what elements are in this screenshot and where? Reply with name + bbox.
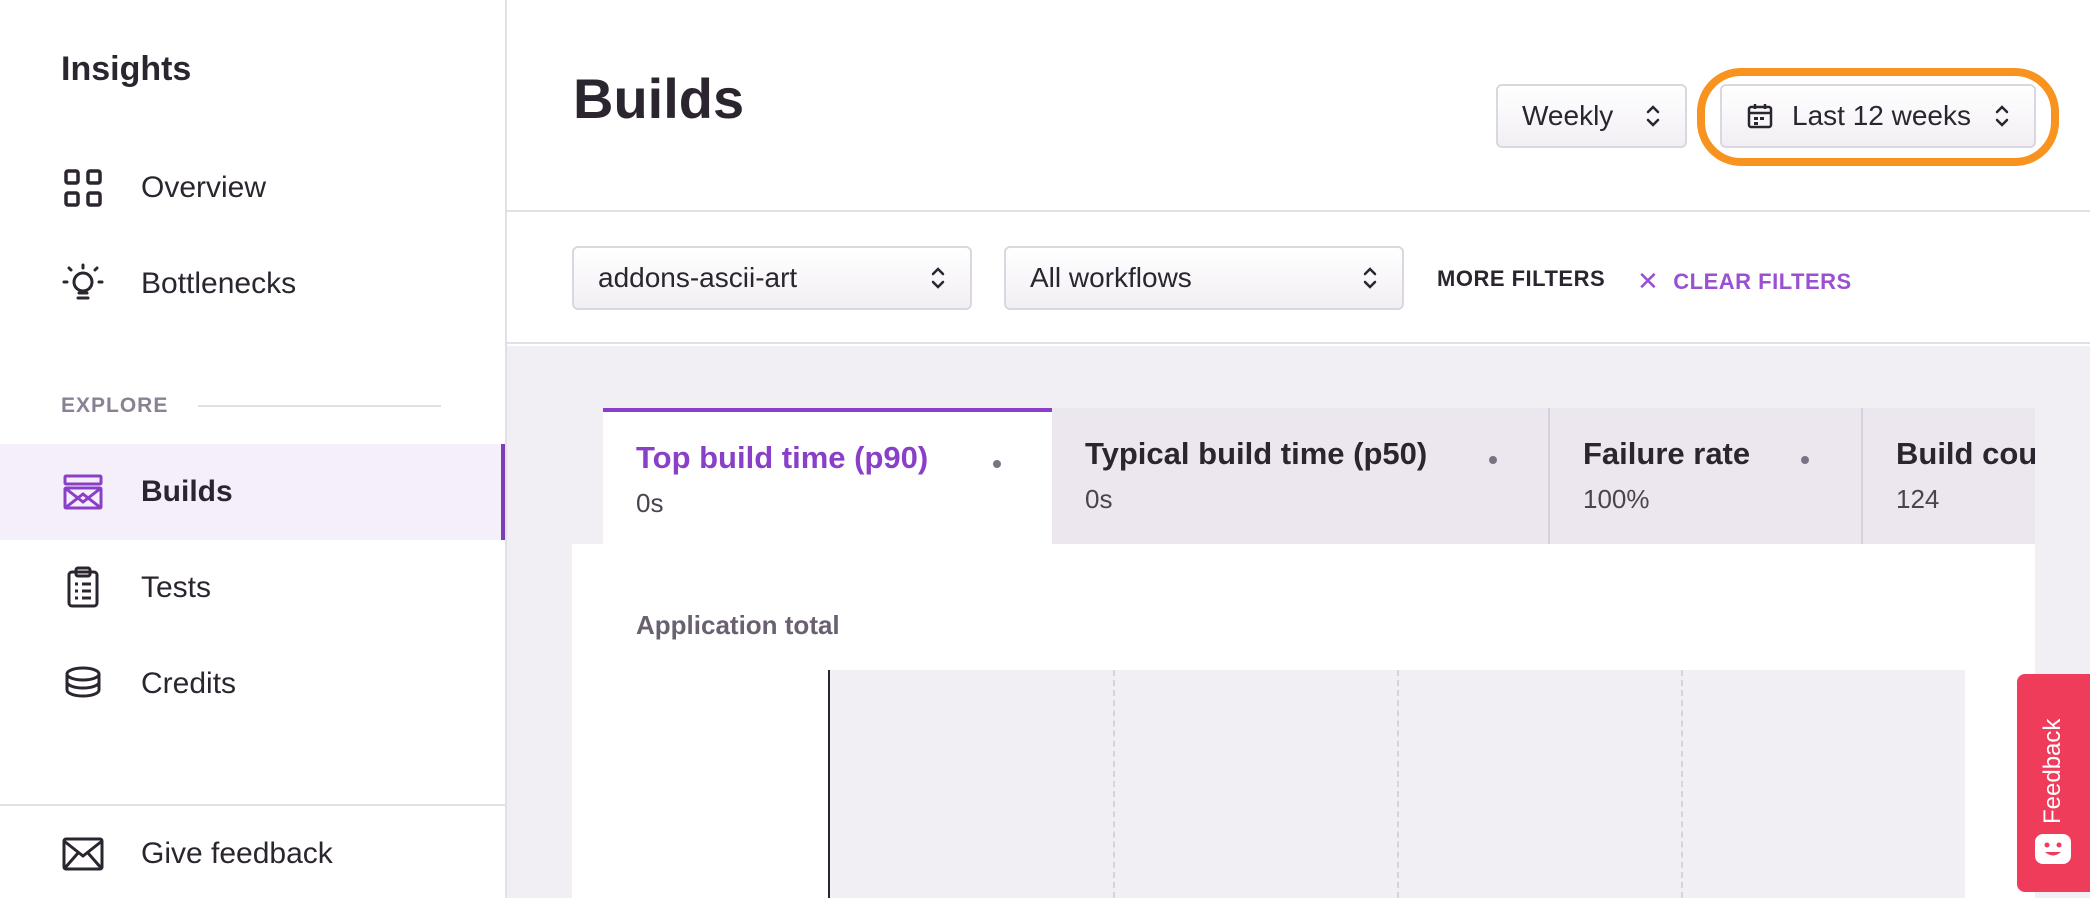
page-title: Builds: [573, 67, 745, 130]
chevron-updown-icon: [930, 264, 946, 292]
sidebar: Insights Overview Bottlenecks EXPLORE Bu…: [0, 0, 507, 898]
sidebar-item-label: Builds: [141, 475, 233, 508]
info-dot-icon[interactable]: [993, 460, 1001, 468]
metric-tabs: Top build time (p90) 0s Typical build ti…: [603, 408, 2035, 544]
chevron-updown-icon: [1362, 264, 1378, 292]
tab-value: 124: [1896, 484, 1940, 514]
date-range-select[interactable]: Last 12 weeks: [1720, 84, 2036, 148]
chevron-updown-icon: [1994, 102, 2010, 130]
sidebar-item-label: Bottlenecks: [141, 267, 297, 300]
page-header: Builds Weekly Last 12 weeks: [507, 0, 2090, 212]
gridline: [1113, 670, 1115, 898]
main-content: Builds Weekly Last 12 weeks addons-ascii…: [507, 0, 2090, 898]
app-select[interactable]: addons-ascii-art: [572, 246, 972, 310]
tab-title: Typical build time (p50): [1085, 436, 1428, 471]
grid-icon: [61, 166, 105, 210]
sidebar-item-label: Credits: [141, 667, 237, 700]
feedback-tab-button[interactable]: Feedback: [2017, 674, 2090, 892]
sidebar-item-bottlenecks[interactable]: Bottlenecks: [0, 236, 505, 332]
app-select-value: addons-ascii-art: [598, 262, 798, 293]
sidebar-item-overview[interactable]: Overview: [0, 140, 505, 236]
feedback-tab-label: Feedback: [2039, 718, 2066, 824]
more-filters-button[interactable]: MORE FILTERS: [1437, 266, 1605, 292]
workflow-select-value: All workflows: [1030, 262, 1192, 293]
divider: [198, 405, 441, 407]
date-range-value: Last 12 weeks: [1792, 100, 1971, 131]
filter-bar: addons-ascii-art All workflows MORE FILT…: [507, 212, 2090, 344]
clear-filters-label: CLEAR FILTERS: [1673, 268, 1852, 294]
coins-icon: [61, 662, 105, 706]
interval-select[interactable]: Weekly: [1496, 84, 1687, 148]
calendar-icon: [1746, 102, 1774, 130]
info-dot-icon[interactable]: [1489, 456, 1497, 464]
tab-title: Failure rate: [1583, 436, 1751, 471]
sidebar-item-label: Give feedback: [141, 837, 333, 870]
explore-section-header: EXPLORE: [61, 394, 441, 418]
close-icon: ✕: [1637, 266, 1660, 296]
tab-value: 0s: [636, 488, 664, 518]
chart-title: Application total: [636, 610, 840, 640]
chevron-updown-icon: [1645, 102, 1661, 130]
chart-plot-area: [828, 670, 1965, 898]
builds-icon: [61, 470, 105, 514]
clear-filters-button[interactable]: ✕ CLEAR FILTERS: [1637, 266, 1852, 297]
tab-typical-build-time[interactable]: Typical build time (p50) 0s: [1052, 408, 1550, 544]
tab-value: 0s: [1085, 484, 1113, 514]
sidebar-item-give-feedback[interactable]: Give feedback: [0, 806, 505, 898]
envelope-icon: [61, 832, 105, 876]
sidebar-item-label: Tests: [141, 571, 212, 604]
tab-title: Build count: [1896, 436, 2035, 471]
tab-build-count[interactable]: Build count 124: [1863, 408, 2035, 544]
chart-card: Application total: [572, 544, 2035, 898]
tab-title: Top build time (p90): [636, 440, 929, 475]
sidebar-item-label: Overview: [141, 171, 267, 204]
lightbulb-icon: [61, 262, 105, 306]
info-dot-icon[interactable]: [1801, 456, 1809, 464]
tab-value: 100%: [1583, 484, 1650, 514]
interval-select-value: Weekly: [1522, 100, 1614, 131]
smiley-chat-icon: [2035, 834, 2071, 864]
tab-failure-rate[interactable]: Failure rate 100%: [1550, 408, 1863, 544]
sidebar-title: Insights: [61, 50, 192, 88]
gridline: [1681, 670, 1683, 898]
section-label: EXPLORE: [61, 394, 169, 417]
sidebar-item-builds[interactable]: Builds: [0, 444, 505, 540]
workflow-select[interactable]: All workflows: [1004, 246, 1404, 310]
tab-top-build-time[interactable]: Top build time (p90) 0s: [603, 408, 1052, 544]
clipboard-icon: [61, 566, 105, 610]
gridline: [1397, 670, 1399, 898]
sidebar-item-credits[interactable]: Credits: [0, 636, 505, 732]
sidebar-item-tests[interactable]: Tests: [0, 540, 505, 636]
metrics-content: Top build time (p90) 0s Typical build ti…: [507, 346, 2090, 898]
